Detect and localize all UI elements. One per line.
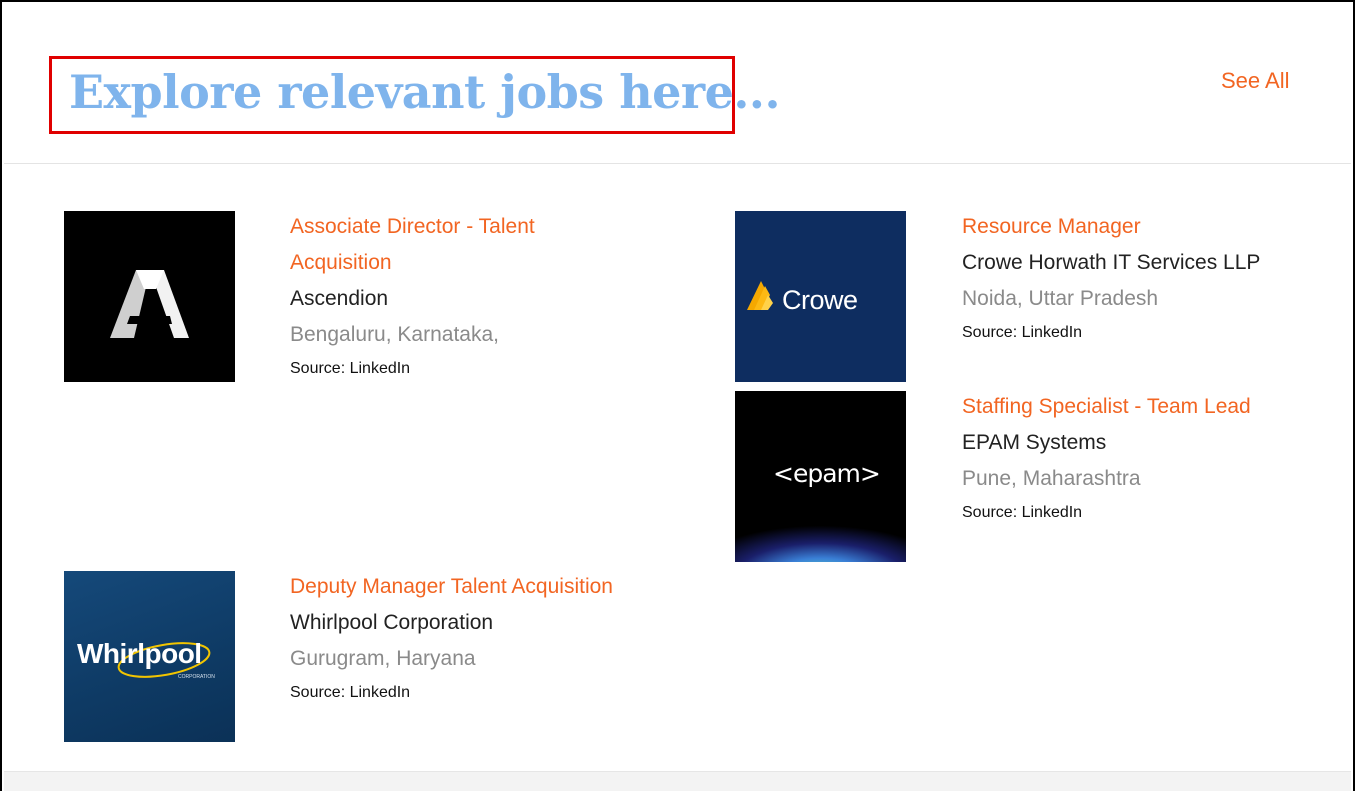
- crowe-logo-text: Crowe: [782, 285, 858, 315]
- job-source: Source: LinkedIn: [962, 324, 1083, 341]
- see-all-link[interactable]: See All: [1221, 68, 1290, 94]
- job-location: Gurugram, Haryana: [290, 647, 476, 670]
- job-location: Pune, Maharashtra: [962, 467, 1141, 490]
- bottom-scroll-strip: [4, 771, 1351, 791]
- whirlpool-logo-text: Whirlpool: [77, 638, 202, 669]
- job-company: Ascendion: [290, 287, 389, 310]
- ascendion-logo-icon: [110, 270, 189, 338]
- job-title-link[interactable]: Associate Director - Talent Acquisition: [290, 209, 690, 281]
- job-source: Source: LinkedIn: [962, 504, 1083, 521]
- job-source: Source: LinkedIn: [290, 684, 411, 701]
- job-location: Noida, Uttar Pradesh: [962, 287, 1159, 310]
- job-company: Crowe Horwath IT Services LLP: [962, 251, 1261, 274]
- job-company: EPAM Systems: [962, 431, 1107, 454]
- job-title-link[interactable]: Deputy Manager Talent Acquisition: [290, 569, 710, 605]
- whirlpool-logo-subtext: CORPORATION: [178, 674, 215, 680]
- job-title-link[interactable]: Staffing Specialist - Team Lead: [962, 389, 1342, 425]
- header-divider: [4, 163, 1351, 164]
- job-source: Source: LinkedIn: [290, 360, 411, 377]
- company-logo-crowe[interactable]: Crowe: [735, 211, 906, 382]
- company-logo-ascendion[interactable]: [64, 211, 235, 382]
- job-title-link[interactable]: Resource Manager: [962, 209, 1342, 245]
- jobs-card: Explore relevant jobs here... See All As…: [0, 0, 1355, 791]
- epam-logo-text: <epam>: [773, 459, 881, 488]
- job-title-line-2[interactable]: Acquisition: [290, 251, 392, 274]
- title-highlight-box: Explore relevant jobs here...: [49, 56, 780, 134]
- company-logo-whirlpool[interactable]: Whirlpool CORPORATION: [64, 571, 235, 742]
- company-logo-epam[interactable]: <epam>: [735, 391, 906, 562]
- job-title-line-1[interactable]: Associate Director - Talent: [290, 215, 535, 238]
- section-title: Explore relevant jobs here...: [69, 65, 780, 119]
- job-location: Bengaluru, Karnataka,: [290, 323, 499, 346]
- job-company: Whirlpool Corporation: [290, 611, 494, 634]
